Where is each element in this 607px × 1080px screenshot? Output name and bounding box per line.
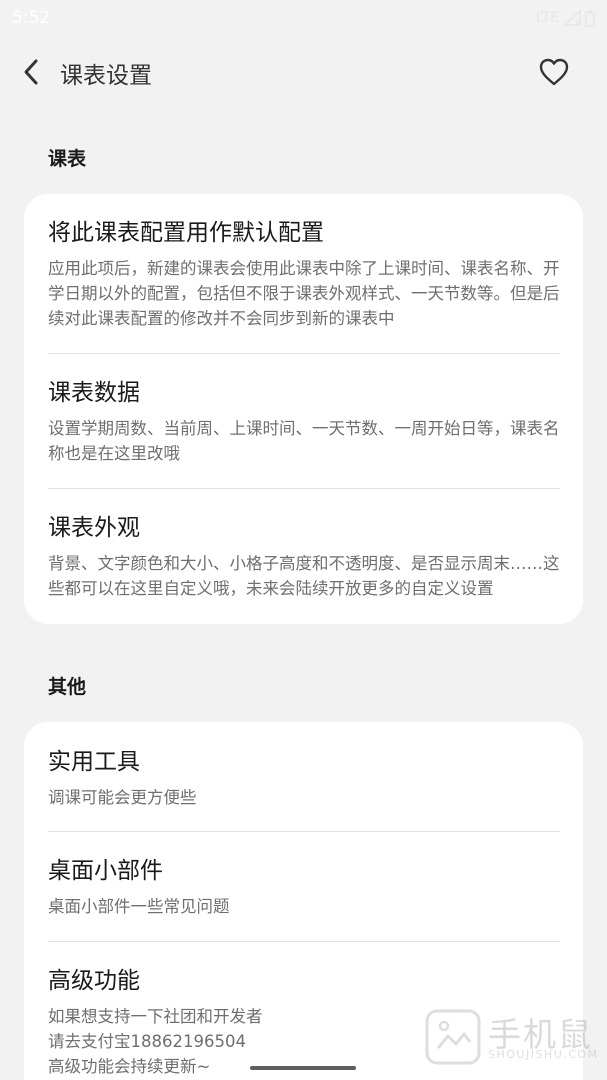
heart-outline-icon — [539, 58, 569, 86]
list-item-timetable-data[interactable]: 课表数据 设置学期周数、当前周、上课时间、一天节数、一周开始日等，课表名称也是在… — [48, 378, 560, 466]
watermark-logo-icon — [425, 1009, 481, 1065]
favorite-button[interactable] — [535, 54, 573, 90]
item-description: 设置学期周数、当前周、上课时间、一天节数、一周开始日等，课表名称也是在这里改哦 — [48, 419, 560, 463]
status-time: 5:52 — [12, 8, 51, 28]
battery-icon — [585, 10, 595, 27]
item-description: 背景、文字颜色和大小、小格子高度和不透明度、是否显示周末……这些都可以在这里自定… — [48, 554, 560, 598]
list-item-default-config[interactable]: 将此课表配置用作默认配置 应用此项后，新建的课表会使用此课表中除了上课时间、课表… — [48, 218, 560, 331]
list-item-widget[interactable]: 桌面小部件 桌面小部件一些常见问题 — [48, 856, 560, 919]
section-title-other: 其他 — [48, 676, 87, 698]
list-item-tools[interactable]: 实用工具 调课可能会更方便些 — [48, 747, 560, 810]
back-button[interactable] — [14, 55, 48, 89]
divider — [48, 831, 560, 832]
item-description: 桌面小部件一些常见问题 — [48, 897, 230, 916]
timetable-settings-card: 将此课表配置用作默认配置 应用此项后，新建的课表会使用此课表中除了上课时间、课表… — [24, 194, 583, 624]
network-type: LTE — [535, 10, 559, 26]
section-title-timetable: 课表 — [48, 148, 87, 170]
divider — [48, 941, 560, 942]
page-title: 课表设置 — [60, 63, 152, 89]
item-title: 课表数据 — [48, 380, 140, 406]
item-description: 调课可能会更方便些 — [48, 788, 197, 807]
app-bar: 课表设置 — [0, 44, 607, 100]
home-indicator[interactable] — [250, 1066, 356, 1070]
screen: 5:52 LTE 课表设置 课表 将此课表配置用作默认配置 应用此项后，新建的课… — [0, 0, 607, 1080]
chevron-left-icon — [24, 59, 38, 85]
watermark-subtext: SHOUJISHU.COM — [488, 1048, 599, 1061]
item-title: 将此课表配置用作默认配置 — [48, 220, 324, 246]
divider — [48, 488, 560, 489]
divider — [48, 353, 560, 354]
item-title: 课表外观 — [48, 515, 140, 541]
list-item-timetable-appearance[interactable]: 课表外观 背景、文字颜色和大小、小格子高度和不透明度、是否显示周末……这些都可以… — [48, 513, 560, 601]
status-bar: 5:52 LTE — [0, 0, 607, 36]
item-title: 桌面小部件 — [48, 858, 163, 884]
status-indicators: LTE — [536, 10, 595, 27]
signal-icon — [563, 10, 581, 26]
watermark: 手机鼠 SHOUJISHU.COM — [422, 1004, 597, 1070]
item-title: 实用工具 — [48, 749, 140, 775]
item-description: 应用此项后，新建的课表会使用此课表中除了上课时间、课表名称、开学日期以外的配置，… — [48, 259, 560, 328]
item-title: 高级功能 — [48, 968, 140, 994]
